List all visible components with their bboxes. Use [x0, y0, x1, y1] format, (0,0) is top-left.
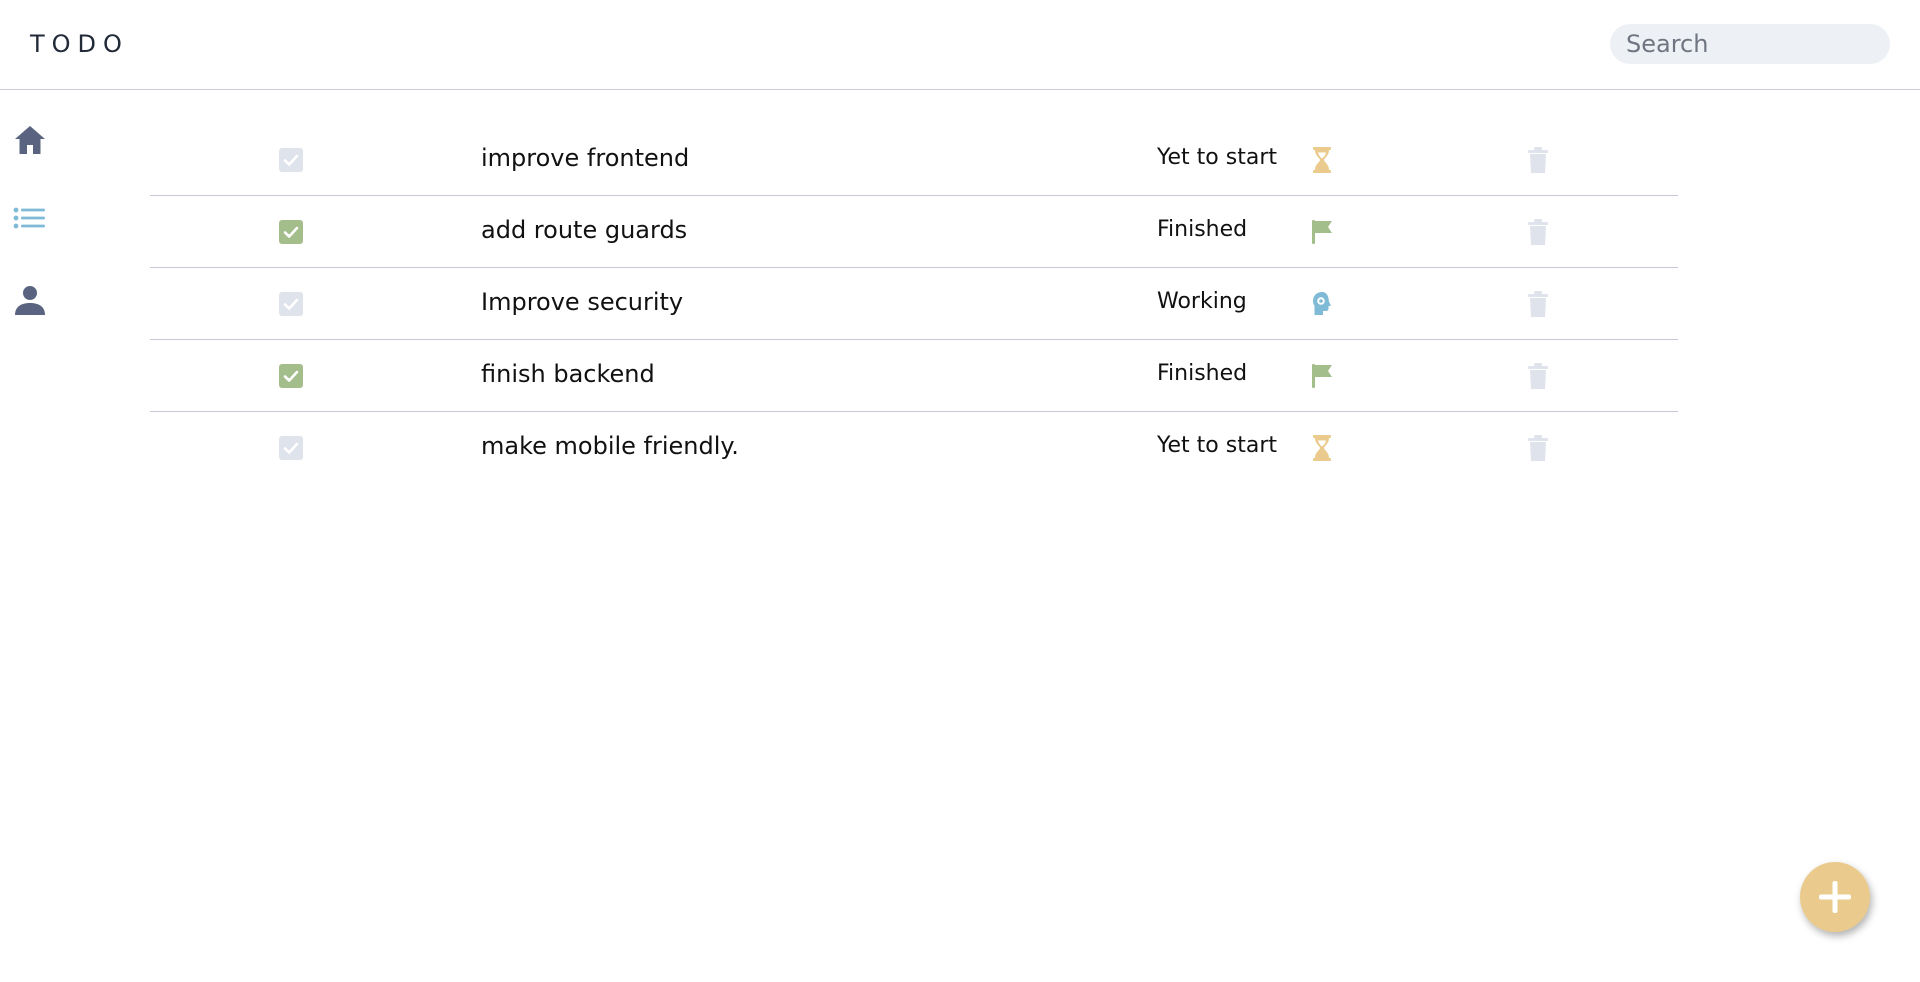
task-title: add route guards: [481, 216, 688, 244]
add-task-button[interactable]: [1800, 862, 1870, 932]
checkbox-checked-icon[interactable]: [279, 220, 303, 244]
trash-icon[interactable]: [1526, 146, 1550, 174]
plus-icon: [1819, 881, 1851, 913]
trash-icon[interactable]: [1526, 218, 1550, 246]
home-icon[interactable]: [12, 122, 48, 158]
task-status: Finished: [1157, 361, 1248, 386]
top-bar: TODO: [0, 0, 1920, 90]
task-row: make mobile friendly. Yet to start: [150, 412, 1678, 483]
hourglass-icon: [1310, 434, 1334, 462]
task-status: Yet to start: [1157, 433, 1277, 458]
user-icon[interactable]: [12, 282, 48, 318]
task-title: finish backend: [481, 360, 655, 388]
task-status: Finished: [1157, 217, 1248, 242]
checkbox-unchecked-icon[interactable]: [279, 148, 303, 172]
task-row: finish backend Finished: [150, 340, 1678, 412]
task-title: Improve security: [481, 288, 684, 316]
checkbox-unchecked-icon[interactable]: [279, 436, 303, 460]
list-icon[interactable]: [12, 202, 48, 238]
flag-icon: [1310, 362, 1334, 390]
flag-icon: [1310, 218, 1334, 246]
task-title: improve frontend: [481, 144, 690, 172]
task-row: Improve security Working: [150, 268, 1678, 340]
search-input[interactable]: [1610, 24, 1890, 64]
task-status: Yet to start: [1157, 145, 1277, 170]
trash-icon[interactable]: [1526, 434, 1550, 462]
task-row: improve frontend Yet to start: [150, 124, 1678, 196]
task-row: add route guards Finished: [150, 196, 1678, 268]
checkbox-checked-icon[interactable]: [279, 364, 303, 388]
task-title: make mobile friendly.: [481, 432, 739, 460]
task-status: Working: [1157, 289, 1247, 314]
task-list: improve frontend Yet to start add route …: [150, 124, 1678, 483]
hourglass-icon: [1310, 146, 1334, 174]
trash-icon[interactable]: [1526, 362, 1550, 390]
app-title: TODO: [30, 30, 129, 58]
gear-head-icon: [1310, 290, 1334, 318]
trash-icon[interactable]: [1526, 290, 1550, 318]
checkbox-unchecked-icon[interactable]: [279, 292, 303, 316]
